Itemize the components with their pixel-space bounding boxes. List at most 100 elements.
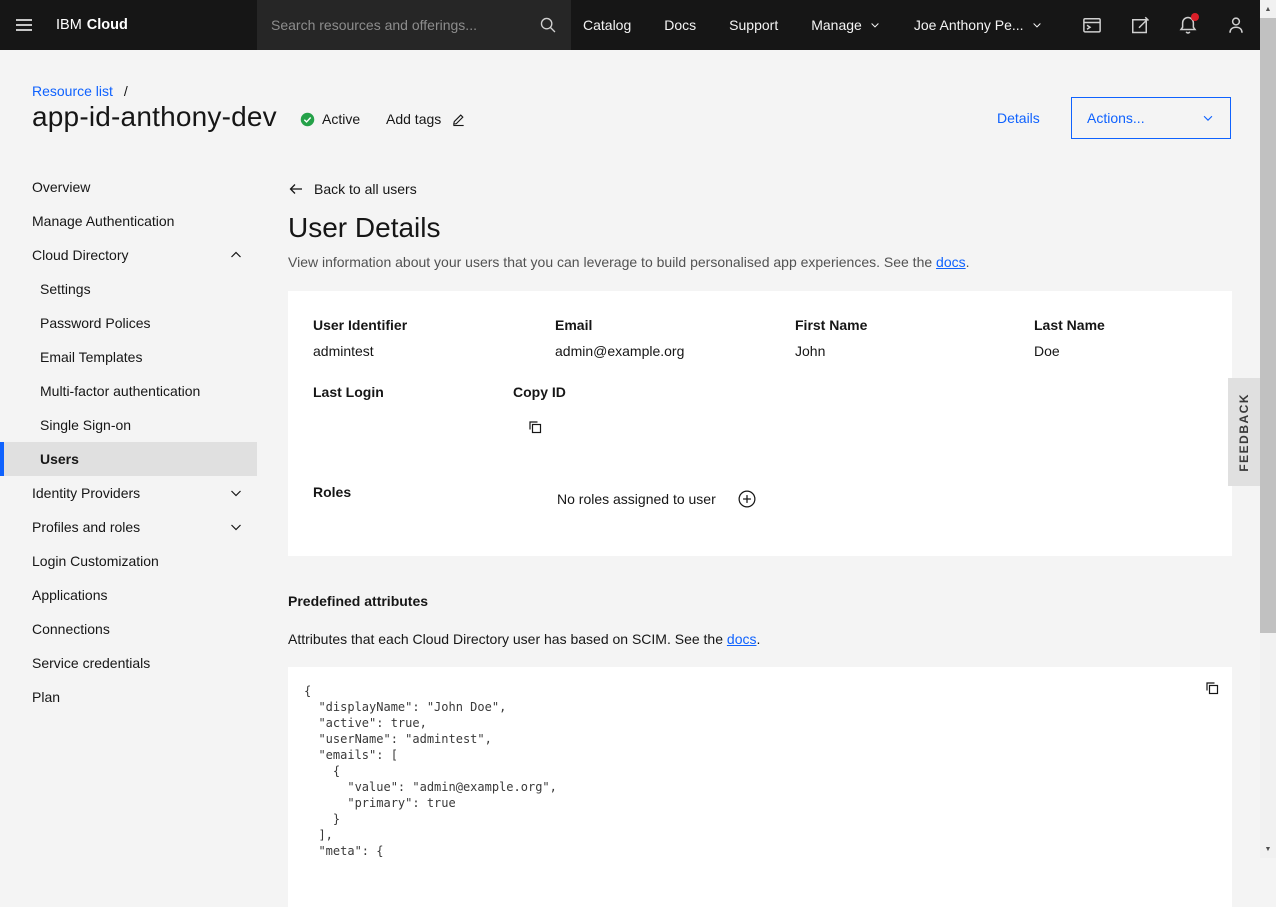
search-input[interactable] — [271, 17, 539, 33]
sidebar-item-login-customization[interactable]: Login Customization — [0, 544, 257, 578]
brand-bold: Cloud — [87, 17, 128, 33]
add-circle-icon — [738, 490, 756, 508]
docs-link[interactable]: docs — [727, 631, 757, 647]
field-label-roles: Roles — [313, 484, 351, 500]
description-period: . — [756, 631, 760, 647]
breadcrumb: Resource list / — [32, 83, 128, 99]
field-label-first-name: First Name — [795, 317, 867, 333]
notification-dot — [1191, 13, 1199, 21]
field-value-user-identifier: admintest — [313, 343, 374, 359]
sidebar-item-label: Connections — [32, 621, 110, 637]
back-to-all-users-link[interactable]: Back to all users — [288, 181, 417, 197]
add-tags-label: Add tags — [386, 111, 441, 127]
account-name: Joe Anthony Pe... — [914, 17, 1024, 33]
field-label-copy-id: Copy ID — [513, 384, 566, 400]
description-period: . — [966, 254, 970, 270]
roles-empty-text: No roles assigned to user — [557, 491, 716, 507]
back-link-label: Back to all users — [314, 181, 417, 197]
sidebar-item-label: Profiles and roles — [32, 519, 140, 535]
scroll-up-arrow[interactable]: ▲ — [1260, 1, 1276, 17]
scrollbar-thumb[interactable] — [1260, 18, 1276, 633]
nav-support[interactable]: Support — [729, 17, 778, 33]
ibm-cloud-logo[interactable]: IBM Cloud — [56, 0, 128, 50]
cloud-shell-icon — [1082, 15, 1102, 35]
chevron-down-icon — [869, 19, 881, 31]
sidebar-item-email-templates[interactable]: Email Templates — [0, 340, 257, 374]
sidebar-item-connections[interactable]: Connections — [0, 612, 257, 646]
breadcrumb-resource-list-link[interactable]: Resource list — [32, 83, 113, 99]
global-search[interactable] — [257, 0, 571, 50]
add-tags-button[interactable]: Add tags — [386, 111, 466, 127]
sidebar-item-label: Identity Providers — [32, 485, 140, 501]
sidebar-item-overview[interactable]: Overview — [0, 170, 257, 204]
feedback-tab[interactable]: FEEDBACK — [1228, 378, 1260, 486]
edit-icon — [1130, 15, 1150, 35]
side-navigation: Overview Manage Authentication Cloud Dir… — [0, 170, 257, 714]
details-link[interactable]: Details — [997, 110, 1040, 126]
nav-catalog[interactable]: Catalog — [583, 17, 631, 33]
sidebar-item-settings[interactable]: Settings — [0, 272, 257, 306]
status-badge: Active — [300, 111, 360, 127]
account-menu[interactable]: Joe Anthony Pe... — [914, 17, 1043, 33]
hamburger-menu-icon — [14, 15, 34, 35]
sidebar-item-label: Manage Authentication — [32, 213, 174, 229]
sidebar-item-label: Overview — [32, 179, 90, 195]
scroll-down-arrow[interactable]: ▼ — [1260, 841, 1276, 857]
description-text: View information about your users that y… — [288, 254, 936, 270]
sidebar-item-label: Cloud Directory — [32, 247, 128, 263]
hamburger-menu-button[interactable] — [0, 0, 48, 50]
field-label-email: Email — [555, 317, 592, 333]
chevron-down-icon — [1201, 111, 1215, 125]
copy-icon — [527, 419, 543, 435]
scim-attributes-code-block: { "displayName": "John Doe", "active": t… — [288, 667, 1232, 907]
field-label-user-identifier: User Identifier — [313, 317, 407, 333]
scim-json-code: { "displayName": "John Doe", "active": t… — [304, 683, 557, 859]
user-info-card: User Identifier Email First Name Last Na… — [288, 291, 1232, 556]
sidebar-item-label: Users — [40, 451, 79, 467]
sidebar-item-password-polices[interactable]: Password Polices — [0, 306, 257, 340]
sidebar-item-label: Multi-factor authentication — [40, 383, 200, 399]
sidebar-item-applications[interactable]: Applications — [0, 578, 257, 612]
status-label: Active — [322, 111, 360, 127]
doc-feedback-button[interactable] — [1116, 0, 1164, 50]
nav-manage[interactable]: Manage — [811, 17, 881, 33]
actions-dropdown[interactable]: Actions... — [1071, 97, 1231, 139]
add-role-button[interactable] — [738, 490, 756, 508]
vertical-scrollbar[interactable]: ▲ ▼ — [1260, 0, 1276, 858]
brand-prefix: IBM — [56, 17, 82, 33]
field-label-last-name: Last Name — [1034, 317, 1105, 333]
docs-link[interactable]: docs — [936, 254, 966, 270]
sidebar-item-identity-providers[interactable]: Identity Providers — [0, 476, 257, 510]
copy-code-button[interactable] — [1204, 680, 1220, 696]
sidebar-item-users[interactable]: Users — [0, 442, 257, 476]
chevron-down-icon — [228, 519, 244, 535]
field-value-first-name: John — [795, 343, 825, 359]
profile-icon — [1226, 15, 1246, 35]
sidebar-item-plan[interactable]: Plan — [0, 680, 257, 714]
chevron-up-icon — [228, 247, 244, 263]
sidebar-item-label: Applications — [32, 587, 108, 603]
chevron-down-icon — [1031, 19, 1043, 31]
search-icon[interactable] — [539, 16, 557, 34]
page-title: app-id-anthony-dev — [32, 101, 277, 133]
predefined-attributes-heading: Predefined attributes — [288, 593, 428, 609]
breadcrumb-separator: / — [124, 83, 128, 99]
sidebar-item-manage-authentication[interactable]: Manage Authentication — [0, 204, 257, 238]
nav-docs[interactable]: Docs — [664, 17, 696, 33]
chevron-down-icon — [228, 485, 244, 501]
sidebar-item-label: Password Polices — [40, 315, 151, 331]
notifications-button[interactable] — [1164, 0, 1212, 50]
header-nav: Catalog Docs Support Manage Joe Anthony … — [583, 0, 1043, 50]
roles-empty-row: No roles assigned to user — [557, 490, 756, 508]
cloud-shell-button[interactable] — [1068, 0, 1116, 50]
sidebar-item-service-credentials[interactable]: Service credentials — [0, 646, 257, 680]
profile-button[interactable] — [1212, 0, 1260, 50]
copy-id-button[interactable] — [527, 419, 543, 435]
sidebar-item-multi-factor-authentication[interactable]: Multi-factor authentication — [0, 374, 257, 408]
nav-manage-label: Manage — [811, 17, 862, 33]
active-check-icon — [300, 112, 315, 127]
sidebar-item-single-sign-on[interactable]: Single Sign-on — [0, 408, 257, 442]
sidebar-item-profiles-and-roles[interactable]: Profiles and roles — [0, 510, 257, 544]
sidebar-item-cloud-directory[interactable]: Cloud Directory — [0, 238, 257, 272]
sidebar-item-label: Service credentials — [32, 655, 150, 671]
